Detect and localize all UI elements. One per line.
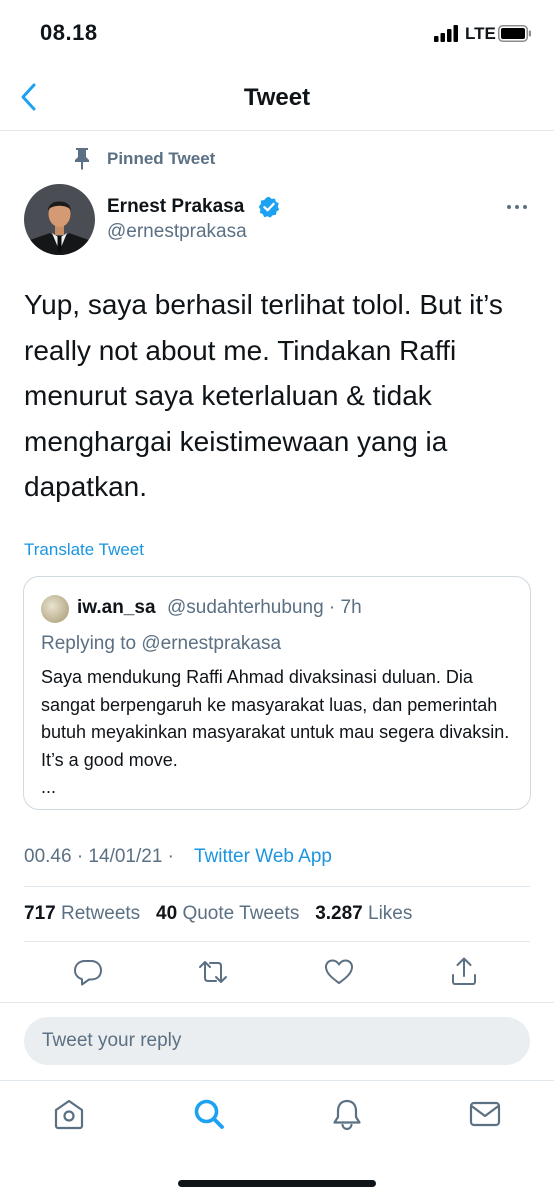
status-time: 08.18 bbox=[40, 20, 98, 45]
author-name[interactable]: Ernest Prakasa bbox=[107, 196, 244, 218]
author-handle[interactable]: @ernestprakasa bbox=[107, 221, 247, 243]
more-options-icon[interactable] bbox=[505, 197, 529, 217]
tweet-stats: 717 Retweets 40 Quote Tweets 3.287 Likes bbox=[24, 903, 412, 925]
quotes-label: Quote Tweets bbox=[182, 903, 300, 924]
quote-tweets-stat[interactable]: 40 Quote Tweets bbox=[156, 903, 299, 924]
pinned-tweet-label: Pinned Tweet bbox=[107, 149, 216, 168]
tab-bar-divider bbox=[0, 1080, 554, 1081]
home-icon[interactable] bbox=[52, 1097, 86, 1131]
meta-divider bbox=[24, 886, 530, 887]
retweets-count: 717 bbox=[24, 903, 56, 924]
translate-tweet-link[interactable]: Translate Tweet bbox=[24, 540, 144, 560]
network-type: LTE bbox=[465, 24, 496, 43]
cellular-signal-icon bbox=[434, 25, 458, 42]
quoted-author-avatar bbox=[41, 595, 69, 623]
messages-icon[interactable] bbox=[468, 1097, 502, 1131]
quoted-tweet-body: Saya mendukung Raffi Ahmad divaksinasi d… bbox=[41, 667, 510, 770]
author-avatar[interactable] bbox=[24, 184, 95, 255]
search-icon[interactable] bbox=[192, 1097, 226, 1131]
likes-count: 3.287 bbox=[315, 903, 363, 924]
quoted-author-name: iw.an_sa bbox=[77, 597, 156, 618]
tweet-timestamp: 00.46 · 14/01/21 · bbox=[24, 846, 174, 867]
reply-placeholder: Tweet your reply bbox=[42, 1030, 182, 1051]
verified-badge-icon bbox=[258, 196, 280, 218]
likes-label: Likes bbox=[368, 903, 413, 924]
retweets-label: Retweets bbox=[60, 903, 141, 924]
quotes-count: 40 bbox=[156, 903, 178, 924]
header-divider bbox=[0, 130, 554, 131]
battery-icon bbox=[498, 25, 531, 42]
tweet-text: Yup, saya berhasil terlihat tolol. But i… bbox=[24, 289, 503, 502]
quoted-tweet-ellipsis: ... bbox=[41, 777, 57, 797]
pin-icon bbox=[75, 148, 89, 170]
reply-icon[interactable] bbox=[72, 956, 104, 988]
notifications-icon[interactable] bbox=[330, 1097, 364, 1131]
like-icon[interactable] bbox=[323, 956, 355, 988]
quoted-tweet-text: Saya mendukung Raffi Ahmad divaksinasi d… bbox=[41, 664, 521, 802]
retweet-icon[interactable] bbox=[197, 956, 229, 988]
page-title: Tweet bbox=[243, 84, 311, 111]
home-indicator bbox=[178, 1180, 376, 1187]
tweet-source-link[interactable]: Twitter Web App bbox=[194, 846, 332, 868]
retweets-stat[interactable]: 717 Retweets bbox=[24, 903, 140, 924]
actions-divider bbox=[0, 1002, 554, 1003]
likes-stat[interactable]: 3.287 Likes bbox=[315, 903, 412, 924]
quoted-author-handle: @sudahterhubung · 7h bbox=[167, 597, 362, 618]
share-icon[interactable] bbox=[448, 955, 480, 987]
quoted-replying-to: Replying to @ernestprakasa bbox=[41, 633, 282, 654]
stats-divider bbox=[24, 941, 530, 942]
